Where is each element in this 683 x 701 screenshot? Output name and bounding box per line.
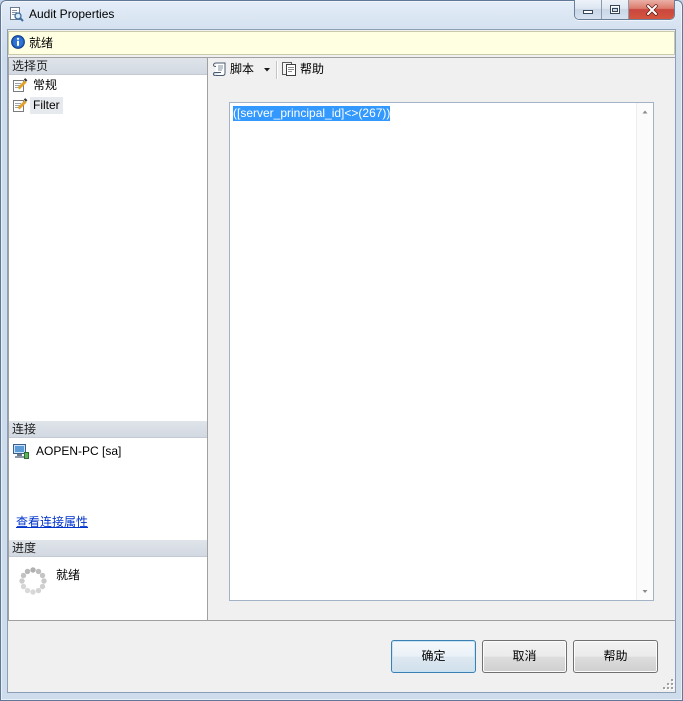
minimize-icon: [583, 9, 593, 14]
select-page-header: 选择页: [9, 58, 207, 75]
editor-vertical-scrollbar[interactable]: [636, 103, 653, 600]
cancel-button[interactable]: 取消: [482, 640, 567, 673]
status-bar: 就绪: [8, 31, 675, 55]
connection-header: 连接: [9, 421, 207, 438]
script-label: 脚本: [230, 62, 255, 76]
page-item-general[interactable]: 常规: [9, 75, 207, 95]
window-controls: [574, 0, 675, 20]
left-panel: 选择页 常规 Filter 连接 AOPEN-PC [sa] 查看连接属性 进度…: [8, 57, 208, 621]
right-panel: 脚本 帮助 ([server_principal_id]<>(267)): [208, 57, 675, 621]
page-item-label: 常规: [33, 78, 58, 92]
toolbar-help-button[interactable]: 帮助: [279, 59, 335, 79]
ok-button[interactable]: 确定: [391, 640, 476, 673]
toolbar-separator: [276, 61, 278, 79]
script-button[interactable]: 脚本: [210, 59, 272, 79]
filter-expression-text[interactable]: ([server_principal_id]<>(267)): [233, 106, 391, 121]
audit-properties-window: Audit Properties 就绪 选择页 常规 Filter 连接 AOP…: [0, 0, 683, 701]
close-icon: [645, 3, 658, 16]
progress-status: 就绪: [56, 568, 81, 582]
info-icon: [11, 35, 25, 49]
help-button[interactable]: 帮助: [573, 640, 658, 673]
maximize-button[interactable]: [602, 0, 629, 19]
filter-expression-editor[interactable]: ([server_principal_id]<>(267)): [229, 102, 654, 601]
loading-spinner-icon: [19, 567, 47, 595]
script-icon: [212, 62, 226, 76]
page-item-label: Filter: [30, 97, 63, 114]
progress-header: 进度: [9, 540, 207, 557]
window-title: Audit Properties: [29, 7, 115, 21]
dialog-client-area: 就绪 选择页 常规 Filter 连接 AOPEN-PC [sa] 查看连接属性…: [8, 30, 675, 692]
maximize-icon: [610, 4, 620, 14]
connection-server: AOPEN-PC [sa]: [36, 444, 122, 458]
page-properties-icon: [13, 98, 28, 112]
toolbar-help-label: 帮助: [300, 62, 325, 76]
view-connection-properties-link[interactable]: 查看连接属性: [16, 515, 88, 529]
chevron-down-icon[interactable]: [264, 68, 270, 72]
server-connection-icon: [13, 444, 29, 459]
scroll-up-arrow-icon[interactable]: [637, 103, 653, 120]
scroll-down-arrow-icon[interactable]: [637, 583, 653, 600]
close-button[interactable]: [629, 0, 674, 19]
resize-grip-icon[interactable]: [662, 678, 674, 690]
status-text: 就绪: [29, 36, 54, 50]
page-properties-icon: [13, 78, 28, 92]
minimize-button[interactable]: [575, 0, 602, 19]
audit-properties-icon: [10, 7, 24, 22]
help-icon: [282, 62, 296, 76]
page-item-filter[interactable]: Filter: [9, 95, 207, 115]
